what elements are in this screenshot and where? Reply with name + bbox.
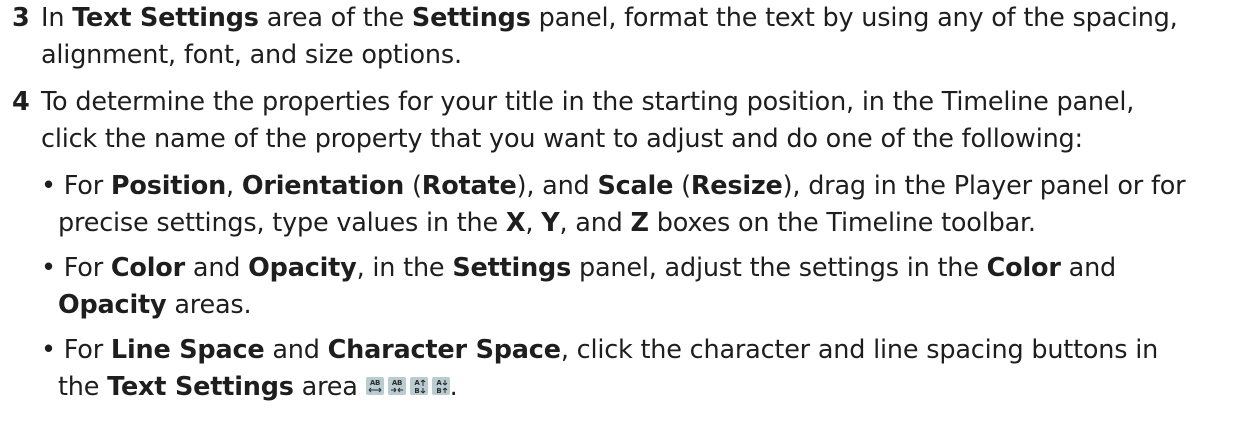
bold-term: Z bbox=[630, 208, 650, 238]
step-text: In Text Settings area of the Settings pa… bbox=[41, 0, 1178, 74]
bold-term: Color bbox=[110, 253, 185, 283]
text-run: In bbox=[41, 3, 73, 33]
text-run: For bbox=[55, 253, 111, 283]
text-run: For bbox=[55, 335, 111, 365]
text-run: ( bbox=[673, 171, 691, 201]
bullet-item-color: • For Color and Opacity, in the Settings… bbox=[41, 250, 1116, 324]
svg-text:B: B bbox=[414, 387, 419, 395]
text-run: ( bbox=[404, 171, 422, 201]
step-text: To determine the properties for your tit… bbox=[41, 84, 1134, 158]
svg-text:B: B bbox=[436, 387, 441, 395]
bold-term: Opacity bbox=[248, 253, 357, 283]
text-run: and bbox=[264, 335, 328, 365]
bold-term: Opacity bbox=[58, 290, 167, 320]
leading-decrease-icon: AB bbox=[409, 377, 428, 395]
step-number: 4 bbox=[12, 87, 30, 117]
bold-term: Character Space bbox=[327, 335, 561, 365]
bold-term: Line Space bbox=[110, 335, 265, 365]
bullet-line-2: precise settings, type values in the X , … bbox=[41, 205, 1185, 242]
bold-term: Position bbox=[110, 171, 227, 201]
text-run: precise settings, type values in the bbox=[58, 208, 506, 238]
bullet-line-2: Opacity areas. bbox=[41, 287, 1116, 324]
text-run: panel, adjust the settings in the bbox=[571, 253, 987, 283]
bullet-line-1: • For Position, Orientation (Rotate), an… bbox=[41, 168, 1186, 205]
text-run: , bbox=[226, 171, 242, 201]
step-4-line-1: To determine the properties for your tit… bbox=[41, 87, 1135, 117]
text-run: , bbox=[525, 208, 542, 238]
bold-term: Settings bbox=[452, 253, 572, 283]
text-run: . bbox=[449, 372, 458, 402]
bullet-line-2: the Text Settings area AB AB A B A B. bbox=[41, 369, 1158, 406]
step-number: 3 bbox=[12, 3, 30, 33]
bold-term: Resize bbox=[690, 171, 783, 201]
text-run: For bbox=[55, 171, 111, 201]
svg-text:A: A bbox=[414, 379, 420, 387]
text-run: ), and bbox=[516, 171, 598, 201]
bold-term-text-settings: Text Settings bbox=[72, 3, 259, 33]
text-run: ), drag in the Player panel or for bbox=[782, 171, 1186, 201]
bold-term: Y bbox=[541, 208, 560, 238]
bold-term: Color bbox=[986, 253, 1061, 283]
tracking-increase-icon: AB bbox=[387, 377, 406, 395]
text-run: area bbox=[293, 372, 366, 402]
bullet-symbol: • bbox=[41, 335, 56, 365]
bold-term: X bbox=[505, 208, 526, 238]
text-run: , and bbox=[559, 208, 631, 238]
bullet-symbol: • bbox=[41, 171, 56, 201]
bold-term: Text Settings bbox=[107, 372, 294, 402]
text-run: areas. bbox=[166, 290, 252, 320]
step-4-line-2: click the name of the property that you … bbox=[41, 124, 1083, 154]
svg-text:AB: AB bbox=[369, 379, 379, 387]
step-3-line-1: In Text Settings area of the Settings pa… bbox=[41, 0, 1178, 37]
leading-increase-icon: AB bbox=[431, 377, 450, 395]
spacing-buttons-illustration: AB AB A B A B bbox=[365, 377, 450, 395]
text-run: , in the bbox=[356, 253, 453, 283]
text-run: area of the bbox=[258, 3, 412, 33]
text-run: , click the character and line spacing b… bbox=[560, 335, 1159, 365]
text-run: and bbox=[1060, 253, 1117, 283]
bullet-item-spacing: • For Line Space and Character Space, cl… bbox=[41, 332, 1158, 406]
bullet-line-1: • For Color and Opacity, in the Settings… bbox=[41, 250, 1116, 287]
svg-text:AB: AB bbox=[391, 379, 401, 387]
bullet-symbol: • bbox=[41, 253, 56, 283]
bold-term-settings: Settings bbox=[411, 3, 531, 33]
text-run: the bbox=[58, 372, 108, 402]
text-run: boxes on the Timeline toolbar. bbox=[648, 208, 1036, 238]
bold-term: Orientation bbox=[241, 171, 405, 201]
svg-text:A: A bbox=[436, 379, 442, 387]
tracking-decrease-icon: AB bbox=[365, 377, 384, 395]
text-run: panel, format the text by using any of t… bbox=[530, 3, 1178, 33]
bullet-item-position: • For Position, Orientation (Rotate), an… bbox=[41, 168, 1186, 242]
step-3-line-2: alignment, font, and size options. bbox=[41, 40, 462, 70]
bold-term: Scale bbox=[597, 171, 674, 201]
text-run: and bbox=[184, 253, 249, 283]
bullet-line-1: • For Line Space and Character Space, cl… bbox=[41, 332, 1158, 369]
bold-term: Rotate bbox=[421, 171, 517, 201]
